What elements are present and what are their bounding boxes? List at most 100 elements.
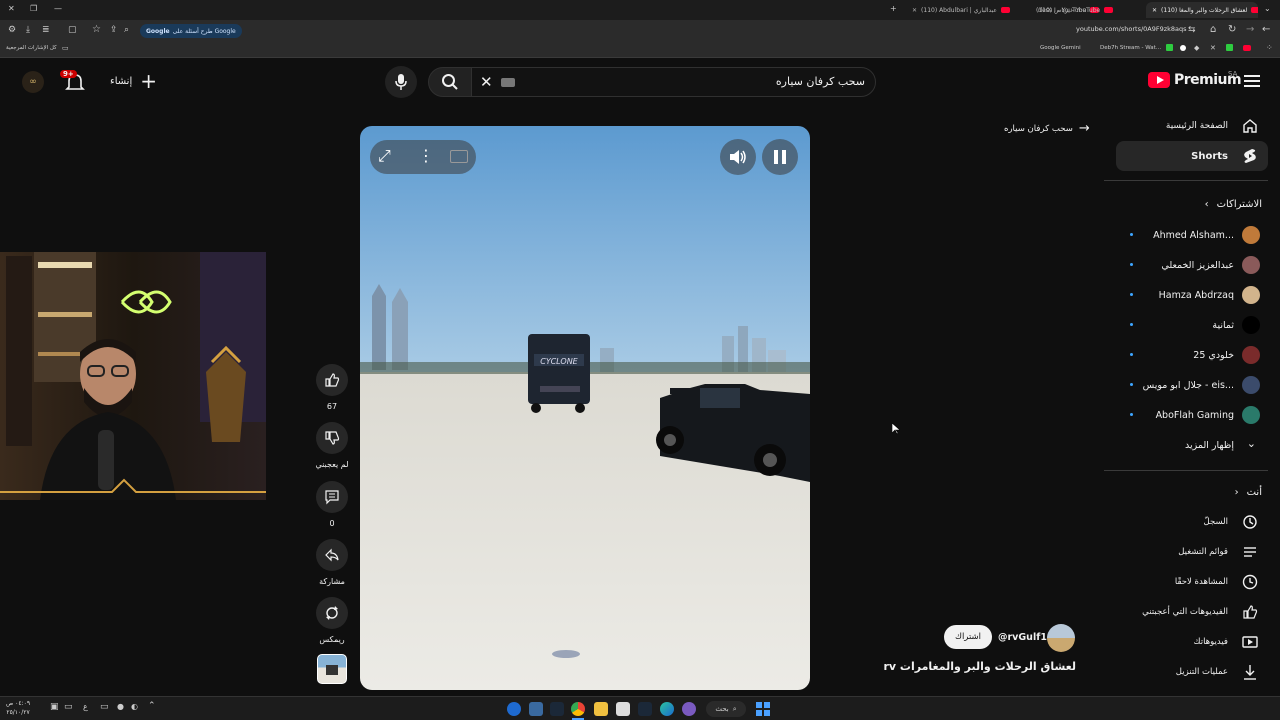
clear-search-icon[interactable]: ✕ (480, 73, 493, 91)
home-icon[interactable]: ⌂ (1210, 24, 1216, 35)
x-icon[interactable]: ✕ (1210, 44, 1216, 52)
share-button[interactable]: مشاركة (315, 539, 349, 586)
guide-menu-icon[interactable] (1244, 73, 1260, 92)
your-videos-icon (1242, 636, 1258, 648)
network-icon[interactable]: ▭ (64, 702, 73, 712)
subscription-item[interactable]: Hamza Abdrzaq (1120, 283, 1264, 307)
sidebar-item-shorts[interactable]: Shorts (1116, 141, 1268, 171)
notifications-button[interactable]: 9+ (60, 70, 86, 96)
tab-icon[interactable]: ▢ (68, 25, 77, 35)
keyboard-icon[interactable] (501, 78, 515, 87)
youtube-favicon-icon[interactable] (1243, 45, 1251, 51)
extension-icon[interactable]: ⚙ (8, 25, 16, 35)
tab-search-icon[interactable]: ⌄ (1264, 4, 1271, 13)
fullscreen-icon[interactable]: ⤢ (378, 146, 391, 166)
tray-overflow-icon[interactable]: ⌃ (148, 701, 156, 711)
speaker-tray-icon[interactable]: ◐ (131, 702, 138, 711)
menu-icon[interactable]: ≣ (42, 25, 50, 35)
like-button[interactable]: 67 (315, 364, 349, 411)
bookmark-favicon-icon[interactable] (1180, 45, 1186, 51)
browser-tab-active[interactable]: ✕ (110) لعشاق الرحلات والبر والمغا (1146, 2, 1258, 18)
search-button[interactable] (428, 67, 472, 97)
edge-icon[interactable] (660, 702, 674, 716)
you-section-header[interactable]: › أنت (1235, 487, 1262, 498)
captions-icon[interactable] (450, 150, 468, 163)
windows-start-icon[interactable] (756, 702, 770, 716)
taskbar-app-icon[interactable] (682, 702, 696, 716)
subscription-item[interactable]: خلودي 25 (1120, 343, 1264, 367)
search-input[interactable]: سحب كرفان سياره (470, 67, 876, 97)
bookmark-link[interactable]: Google Gemini (1040, 45, 1081, 51)
youtube-favicon-icon (1104, 7, 1114, 13)
subscription-item[interactable]: AboFlah Gaming (1120, 403, 1264, 427)
sidebar-item-your-videos[interactable]: فيديوهاتك (1116, 627, 1268, 657)
display-icon[interactable]: ▭ (100, 702, 109, 712)
volume-button[interactable] (720, 139, 756, 175)
minimize-window-icon[interactable]: — (54, 4, 62, 13)
taskbar-app-icon[interactable] (529, 702, 543, 716)
close-window-icon[interactable]: ✕ (8, 4, 15, 13)
download-icon[interactable]: ⤓ (26, 25, 30, 35)
mic-tray-icon[interactable]: ● (117, 702, 124, 711)
taskbar-app-icon[interactable] (616, 702, 630, 716)
browser-tab[interactable]: ✕ (110) Abdulbari | عبدالباري (906, 2, 1024, 18)
more-options-icon[interactable]: ⋮ (418, 146, 434, 165)
close-tab-icon[interactable]: ✕ (1152, 7, 1157, 14)
pause-button[interactable] (762, 139, 798, 175)
account-avatar[interactable]: ∞ (22, 71, 44, 93)
subscriptions-title: الاشتراكات (1216, 199, 1262, 210)
notification-center-icon[interactable]: ▣ (50, 702, 59, 712)
taskbar-app-icon[interactable] (507, 702, 521, 716)
ask-google-button[interactable]: Google طرح أسئلة على Google (140, 24, 242, 38)
steam-icon[interactable] (638, 702, 652, 716)
forward-icon[interactable]: → (1246, 24, 1254, 35)
steam-icon[interactable] (550, 702, 564, 716)
shorts-video-player[interactable]: CYCLONE ⤢ ⋮ (360, 126, 810, 690)
clock[interactable]: ٠٤:٠٩ ص ٢٥/١٠/٢٧ (6, 699, 30, 717)
browser-tab[interactable]: (110) يرياس - YouTube (1030, 2, 1130, 18)
share-page-icon[interactable]: ⇪ (110, 25, 118, 35)
sidebar-item-playlists[interactable]: قوائم التشغيل (1116, 537, 1268, 567)
new-tab-icon[interactable]: + (890, 4, 897, 13)
zoom-icon[interactable]: ⌕ (124, 25, 129, 35)
dislike-button[interactable]: لم يعجبني (315, 422, 349, 469)
restore-window-icon[interactable]: ❐ (30, 4, 37, 13)
video-title[interactable]: لعشاق الرحلات والبر والمغامرات rv ... (884, 660, 1076, 673)
sidebar-item-downloads[interactable]: عمليات التنزيل (1116, 657, 1268, 687)
file-explorer-icon[interactable] (594, 702, 608, 716)
voice-search-button[interactable] (385, 66, 417, 98)
back-to-search-link[interactable]: سحب كرفان سياره → (1004, 121, 1090, 136)
channel-avatar[interactable] (1047, 624, 1075, 652)
all-bookmarks-link[interactable]: كل الإشارات المرجعية (6, 45, 57, 51)
bookmark-link[interactable]: Deb7h Stream - Wat... (1100, 45, 1161, 51)
show-more-button[interactable]: إظهار المزيد ⌄ (1120, 433, 1264, 457)
bookmark-favicon-icon[interactable]: ◆ (1194, 44, 1199, 52)
remix-button[interactable]: ريمكس (315, 597, 349, 644)
bookmark-favicon-icon[interactable] (1226, 44, 1233, 51)
reload-icon[interactable]: ↻ (1228, 24, 1236, 35)
sidebar-item-watch-later[interactable]: المشاهدة لاحقًا (1116, 567, 1268, 597)
sidebar-item-history[interactable]: السجلّ (1116, 507, 1268, 537)
input-language[interactable]: ع (83, 702, 88, 711)
chrome-icon[interactable] (571, 702, 585, 716)
bookmark-favicon-icon[interactable] (1166, 44, 1173, 51)
taskbar-search[interactable]: بحث ⌕ (706, 701, 746, 717)
subscription-item[interactable]: ثمانية (1120, 313, 1264, 337)
close-tab-icon[interactable]: ✕ (912, 7, 917, 14)
subscription-item[interactable]: جلال ابو مويس - eis... (1120, 373, 1264, 397)
subscription-item[interactable]: عبدالعزيز الخمعلي (1120, 253, 1264, 277)
create-button[interactable]: إنشاء + (106, 70, 161, 92)
url-field[interactable]: youtube.com/shorts/0A9F9zk8aqs (1076, 25, 1187, 33)
bookmark-star-icon[interactable]: ☆ (92, 24, 101, 35)
site-settings-icon[interactable]: ⇆ (1188, 25, 1196, 35)
channel-handle[interactable]: @rvGulf1 (998, 632, 1047, 643)
back-icon[interactable]: ← (1262, 24, 1270, 35)
more-bookmarks-icon[interactable]: ⁘ (1266, 43, 1273, 52)
sidebar-item-liked[interactable]: الفيديوهات التي أعجبتني (1116, 597, 1268, 627)
comments-button[interactable]: 0 (315, 481, 349, 528)
sidebar-item-home[interactable]: الصفحة الرئيسية (1116, 111, 1268, 141)
subscription-item[interactable]: Ahmed Alsham... (1120, 223, 1264, 247)
sound-thumbnail[interactable] (317, 654, 347, 684)
subscribe-button[interactable]: اشتراك (944, 625, 992, 649)
subscriptions-header[interactable]: ‹ الاشتراكات (1205, 199, 1262, 210)
